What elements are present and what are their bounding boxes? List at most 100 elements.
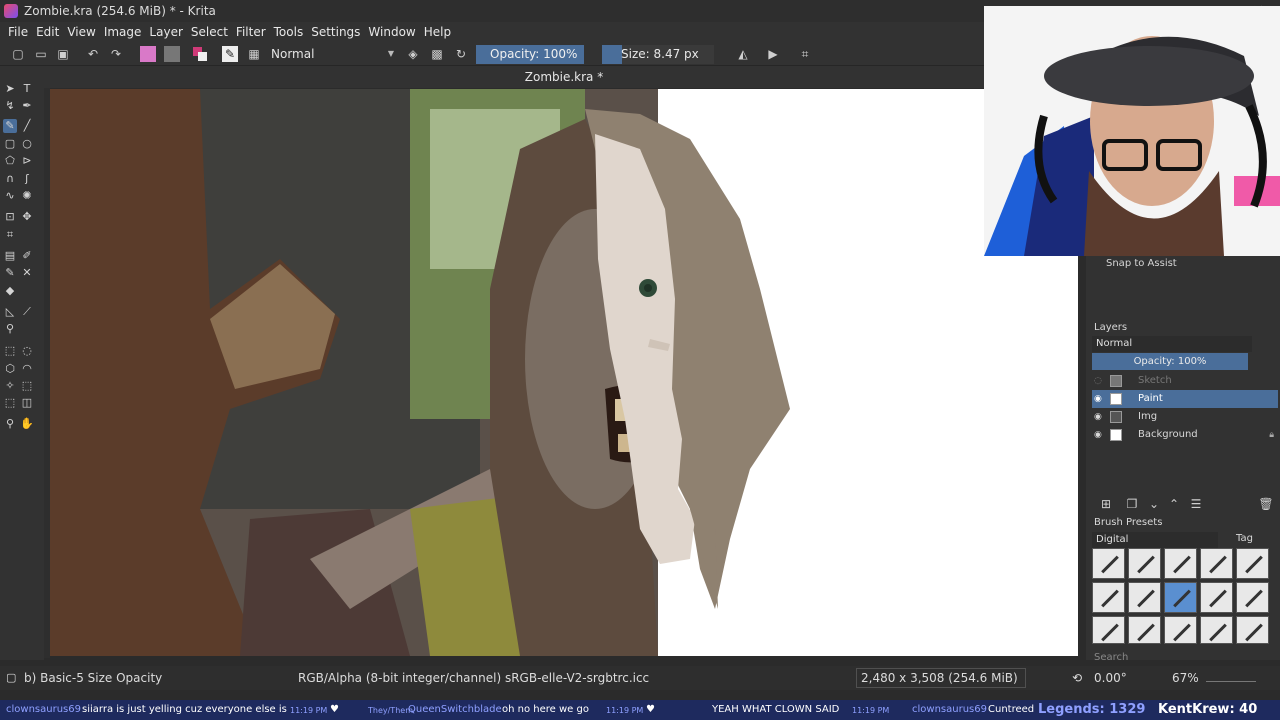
color-picker-icon[interactable]: ✐ <box>20 249 34 263</box>
layers-blend-select[interactable]: Normal <box>1092 336 1252 352</box>
tag-button[interactable]: Tag <box>1236 533 1253 544</box>
brush-preset-item[interactable] <box>1128 548 1161 579</box>
color-swap-icon[interactable] <box>192 46 208 62</box>
brush-preset-item[interactable] <box>1200 616 1233 644</box>
freehand-brush-icon[interactable]: ✎ <box>3 119 17 133</box>
brush-preset-item[interactable] <box>1164 548 1197 579</box>
fill-tool-icon[interactable]: ◆ <box>3 284 17 298</box>
rect-select-icon[interactable]: ⬚ <box>3 344 17 358</box>
move-down-icon[interactable]: ⌄ <box>1146 496 1162 512</box>
pattern-swatch-icon[interactable] <box>164 46 180 62</box>
brush-preset-item-selected[interactable] <box>1164 582 1197 613</box>
blend-mode-select[interactable]: Normal ▼ <box>268 45 398 63</box>
brush-options-icon[interactable]: ▢ <box>6 671 16 684</box>
freehand-path-icon[interactable]: ʃ <box>20 172 34 186</box>
menu-tools[interactable]: Tools <box>270 25 308 39</box>
lock-icon[interactable]: 🔒︎ <box>1269 426 1274 444</box>
colorize-mask-icon[interactable]: ✎ <box>3 266 17 280</box>
layer-row-sketch[interactable]: ◌ Sketch <box>1092 372 1278 390</box>
menu-select[interactable]: Select <box>187 25 232 39</box>
move-up-icon[interactable]: ⌃ <box>1166 496 1182 512</box>
menu-edit[interactable]: Edit <box>32 25 63 39</box>
polygon-tool-icon[interactable]: ⬠ <box>3 154 17 168</box>
undo-icon[interactable]: ↶ <box>85 46 101 62</box>
menu-file[interactable]: File <box>4 25 32 39</box>
opacity-slider[interactable]: Opacity: 100% <box>476 45 584 64</box>
brush-preset-item[interactable] <box>1236 582 1269 613</box>
gradient-swatch-icon[interactable] <box>140 46 156 62</box>
ellipse-tool-icon[interactable]: ○ <box>20 137 34 151</box>
menu-window[interactable]: Window <box>364 25 419 39</box>
brush-preset-item[interactable] <box>1092 548 1125 579</box>
document-tab[interactable]: Zombie.kra * <box>44 66 1084 88</box>
similar-select-icon[interactable]: ⬚ <box>20 379 34 393</box>
rotation-value[interactable]: 0.00° <box>1094 671 1127 685</box>
delete-layer-icon[interactable]: 🗑︎ <box>1258 496 1274 512</box>
brush-preset-item[interactable] <box>1236 616 1269 644</box>
layer-properties-icon[interactable]: ☰ <box>1188 496 1204 512</box>
wrap-around-icon[interactable]: ⌗ <box>797 46 813 62</box>
gradient-tool-icon[interactable]: ▤ <box>3 249 17 263</box>
select-shapes-icon[interactable]: ➤ <box>3 82 17 96</box>
transform-tool-icon[interactable]: ⊡ <box>3 210 17 224</box>
brush-preset-item[interactable] <box>1200 582 1233 613</box>
polyline-tool-icon[interactable]: ⊳ <box>20 154 34 168</box>
edit-shapes-icon[interactable]: ↯ <box>3 99 17 113</box>
menu-image[interactable]: Image <box>100 25 146 39</box>
brush-preset-item[interactable] <box>1164 616 1197 644</box>
dynamic-brush-icon[interactable]: ∿ <box>3 189 17 203</box>
visibility-hidden-icon[interactable]: ◌ <box>1094 372 1102 390</box>
brush-preset-item[interactable] <box>1092 582 1125 613</box>
mirror-horizontal-icon[interactable]: ◭ <box>735 46 751 62</box>
layer-row-img[interactable]: ◉ Img <box>1092 408 1278 426</box>
menu-help[interactable]: Help <box>420 25 455 39</box>
preset-search-input[interactable]: Search <box>1094 652 1128 663</box>
menu-view[interactable]: View <box>63 25 99 39</box>
crop-tool-icon[interactable]: ⌗ <box>3 228 17 242</box>
preserve-alpha-icon[interactable]: ▩ <box>429 46 445 62</box>
smart-patch-icon[interactable]: ✕ <box>20 266 34 280</box>
reload-preset-icon[interactable]: ↻ <box>453 46 469 62</box>
ellipse-select-icon[interactable]: ◌ <box>20 344 34 358</box>
layers-opacity-slider[interactable]: Opacity: 100% <box>1092 353 1248 370</box>
menu-settings[interactable]: Settings <box>307 25 364 39</box>
eraser-mode-icon[interactable]: ◈ <box>405 46 421 62</box>
assistant-tool-icon[interactable]: ◺ <box>3 305 17 319</box>
brush-editor-icon[interactable]: ▦ <box>246 46 262 62</box>
preset-tag-select[interactable]: Digital <box>1092 532 1218 548</box>
snap-to-assist-label[interactable]: Snap to Assist <box>1106 258 1177 269</box>
menu-layer[interactable]: Layer <box>145 25 186 39</box>
redo-icon[interactable]: ↷ <box>108 46 124 62</box>
brush-preset-item[interactable] <box>1128 616 1161 644</box>
contiguous-select-icon[interactable]: ✧ <box>3 379 17 393</box>
multibrush-icon[interactable]: ✺ <box>20 189 34 203</box>
move-tool-icon[interactable]: ✥ <box>20 210 34 224</box>
rotate-icon[interactable]: ⟲ <box>1072 671 1082 685</box>
line-tool-icon[interactable]: ╱ <box>20 119 34 133</box>
menu-filter[interactable]: Filter <box>232 25 270 39</box>
reference-tool-icon[interactable]: ⚲ <box>3 322 17 336</box>
zoom-slider[interactable] <box>1206 670 1256 682</box>
brush-preset-item[interactable] <box>1092 616 1125 644</box>
drawing-canvas[interactable] <box>50 89 1078 656</box>
bezier-tool-icon[interactable]: ∩ <box>3 172 17 186</box>
add-layer-icon[interactable]: ⊞ <box>1098 496 1114 512</box>
visibility-icon[interactable]: ◉ <box>1094 390 1102 408</box>
bezier-select-icon[interactable]: ⬚ <box>3 396 17 410</box>
brush-preset-item[interactable] <box>1200 548 1233 579</box>
pan-tool-icon[interactable]: ✋ <box>20 417 34 431</box>
duplicate-layer-icon[interactable]: ❐ <box>1124 496 1140 512</box>
layer-row-background[interactable]: ◉ Background 🔒︎ <box>1092 426 1278 444</box>
brush-preset-icon[interactable]: ✎ <box>222 46 238 62</box>
polygon-select-icon[interactable]: ⬡ <box>3 362 17 376</box>
outline-select-icon[interactable]: ◠ <box>20 362 34 376</box>
save-icon[interactable]: ▣ <box>55 46 71 62</box>
text-tool-icon[interactable]: T <box>20 82 34 96</box>
mirror-vertical-icon[interactable]: ▶ <box>765 46 781 62</box>
horizontal-scrollbar[interactable] <box>50 656 1078 664</box>
measure-tool-icon[interactable]: ⟋ <box>20 305 34 319</box>
size-slider[interactable]: Size: 8.47 px <box>602 45 714 64</box>
layer-row-paint[interactable]: ◉ Paint <box>1092 390 1278 408</box>
zoom-value[interactable]: 67% <box>1172 671 1199 685</box>
visibility-icon[interactable]: ◉ <box>1094 426 1102 444</box>
